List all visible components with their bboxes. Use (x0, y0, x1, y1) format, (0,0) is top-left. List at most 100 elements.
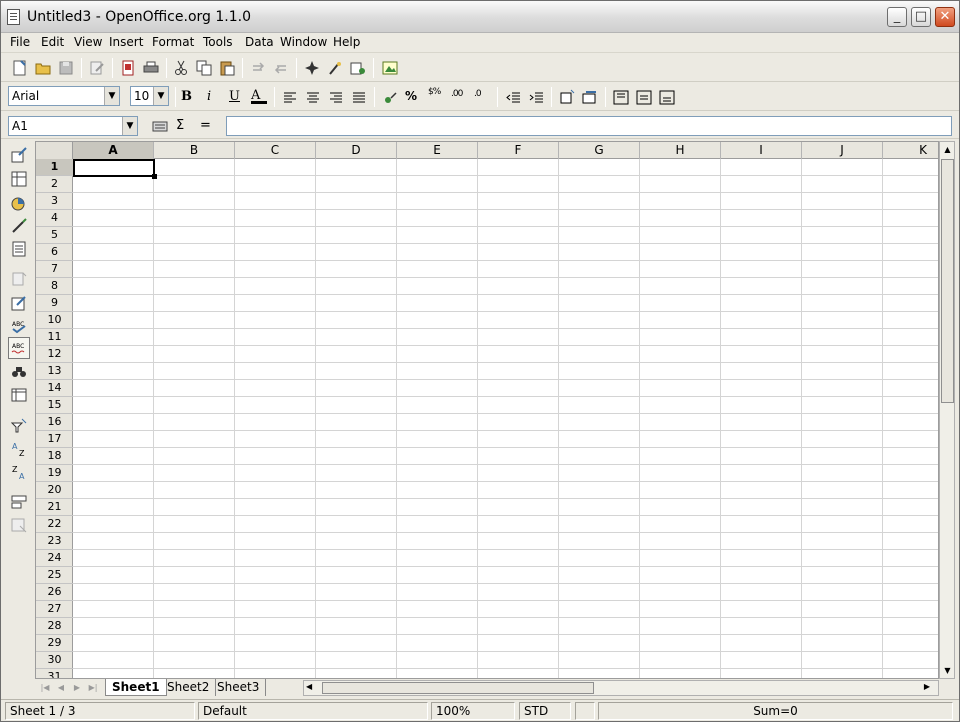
row-header[interactable]: 25 (36, 567, 73, 584)
undo-icon[interactable] (250, 60, 266, 76)
align-right-icon[interactable] (328, 90, 344, 106)
tab-sheet2[interactable]: Sheet2 (161, 679, 217, 696)
select-all-corner[interactable] (36, 142, 73, 159)
sort-ascending-icon[interactable]: AZ (11, 441, 27, 457)
minimize-button[interactable]: _ (887, 7, 907, 27)
stylist-icon[interactable] (327, 60, 343, 76)
export-pdf-icon[interactable] (120, 60, 136, 76)
row-header[interactable]: 17 (36, 431, 73, 448)
find-replace-icon[interactable] (11, 364, 27, 380)
row-header[interactable]: 5 (36, 227, 73, 244)
vertical-scroll-thumb[interactable] (941, 159, 954, 403)
horizontal-scrollbar[interactable]: ◀ ▶ (303, 680, 939, 696)
justify-icon[interactable] (351, 90, 367, 106)
font-name-combo[interactable]: Arial ▼ (8, 86, 120, 106)
edit-mode-icon[interactable] (11, 271, 27, 287)
font-color-icon[interactable]: A (251, 88, 267, 104)
row-header[interactable]: 29 (36, 635, 73, 652)
row-header[interactable]: 23 (36, 533, 73, 550)
borders-icon[interactable] (559, 89, 575, 105)
row-header[interactable]: 6 (36, 244, 73, 261)
row-header[interactable]: 8 (36, 278, 73, 295)
data-sources-icon[interactable] (350, 60, 366, 76)
menu-format[interactable]: Format (152, 35, 194, 49)
row-header[interactable]: 13 (36, 363, 73, 380)
background-color-icon[interactable] (582, 89, 598, 105)
row-header[interactable]: 26 (36, 584, 73, 601)
row-header[interactable]: 24 (36, 550, 73, 567)
print-icon[interactable] (143, 60, 159, 76)
new-document-icon[interactable] (12, 60, 28, 76)
horizontal-scroll-thumb[interactable] (322, 682, 594, 694)
align-center-icon[interactable] (305, 90, 321, 106)
navigator-icon[interactable] (304, 60, 320, 76)
row-header[interactable]: 21 (36, 499, 73, 516)
row-header[interactable]: 20 (36, 482, 73, 499)
save-icon[interactable] (58, 60, 74, 76)
formula-input[interactable] (226, 116, 952, 136)
edit-file-icon[interactable] (89, 60, 105, 76)
autofilter-icon[interactable] (11, 418, 27, 434)
function-equals-icon[interactable]: = (200, 118, 216, 134)
scroll-down-icon[interactable]: ▼ (941, 664, 954, 677)
row-header[interactable]: 27 (36, 601, 73, 618)
chevron-down-icon[interactable]: ▼ (104, 87, 119, 105)
column-header-b[interactable]: B (154, 142, 235, 159)
cell-area[interactable] (73, 159, 938, 678)
data-source-browser-icon[interactable] (11, 387, 27, 403)
first-sheet-icon[interactable]: |◀ (39, 682, 51, 694)
column-header-i[interactable]: I (721, 142, 802, 159)
insert-object-icon[interactable] (11, 195, 27, 211)
row-header[interactable]: 14 (36, 380, 73, 397)
row-header[interactable]: 22 (36, 516, 73, 533)
bold-icon[interactable]: B (181, 89, 197, 105)
insert-cells-icon[interactable] (11, 171, 27, 187)
row-header[interactable]: 30 (36, 652, 73, 669)
row-header[interactable]: 1 (36, 159, 73, 176)
menu-file[interactable]: File (10, 35, 30, 49)
autoformat-icon[interactable] (11, 295, 27, 311)
delete-decimal-icon[interactable]: .0 (474, 89, 490, 105)
text-form-icon[interactable] (11, 517, 27, 533)
sort-descending-icon[interactable]: ZA (11, 464, 27, 480)
align-vertical-center-icon[interactable] (636, 90, 652, 106)
maximize-button[interactable]: □ (911, 7, 931, 27)
sum-icon[interactable]: Σ (176, 118, 192, 134)
menu-view[interactable]: View (74, 35, 102, 49)
autospellcheck-button[interactable]: ABC (8, 337, 30, 359)
standard-format-icon[interactable]: $% (428, 87, 444, 103)
chevron-down-icon[interactable]: ▼ (122, 117, 137, 135)
menu-insert[interactable]: Insert (109, 35, 143, 49)
row-header[interactable]: 15 (36, 397, 73, 414)
active-cell-cursor[interactable] (73, 159, 157, 179)
scroll-left-icon[interactable]: ◀ (306, 682, 312, 691)
menu-edit[interactable]: Edit (41, 35, 64, 49)
gallery-icon[interactable] (382, 60, 398, 76)
tab-sheet1[interactable]: Sheet1 (105, 679, 167, 696)
next-sheet-icon[interactable]: ▶ (71, 682, 83, 694)
spellcheck-icon[interactable]: ABC (11, 318, 27, 334)
column-header-f[interactable]: F (478, 142, 559, 159)
column-header-j[interactable]: J (802, 142, 883, 159)
status-selection-mode[interactable]: STD (519, 702, 571, 720)
italic-icon[interactable]: i (207, 89, 223, 105)
row-header[interactable]: 2 (36, 176, 73, 193)
percent-format-icon[interactable]: % (405, 89, 421, 105)
row-header[interactable]: 9 (36, 295, 73, 312)
add-decimal-icon[interactable]: .00 (451, 89, 467, 105)
column-header-d[interactable]: D (316, 142, 397, 159)
row-header[interactable]: 12 (36, 346, 73, 363)
column-header-a[interactable]: A (73, 142, 154, 159)
copy-icon[interactable] (196, 60, 212, 76)
font-size-combo[interactable]: 10 ▼ (130, 86, 169, 106)
scroll-up-icon[interactable]: ▲ (941, 143, 954, 156)
row-header[interactable]: 28 (36, 618, 73, 635)
name-box[interactable]: A1 ▼ (8, 116, 138, 136)
align-left-icon[interactable] (282, 90, 298, 106)
vertical-scrollbar[interactable]: ▲ ▼ (939, 141, 955, 679)
status-zoom[interactable]: 100% (431, 702, 515, 720)
underline-icon[interactable]: U (229, 89, 245, 105)
menu-help[interactable]: Help (333, 35, 360, 49)
open-folder-icon[interactable] (35, 60, 51, 76)
align-bottom-icon[interactable] (659, 90, 675, 106)
